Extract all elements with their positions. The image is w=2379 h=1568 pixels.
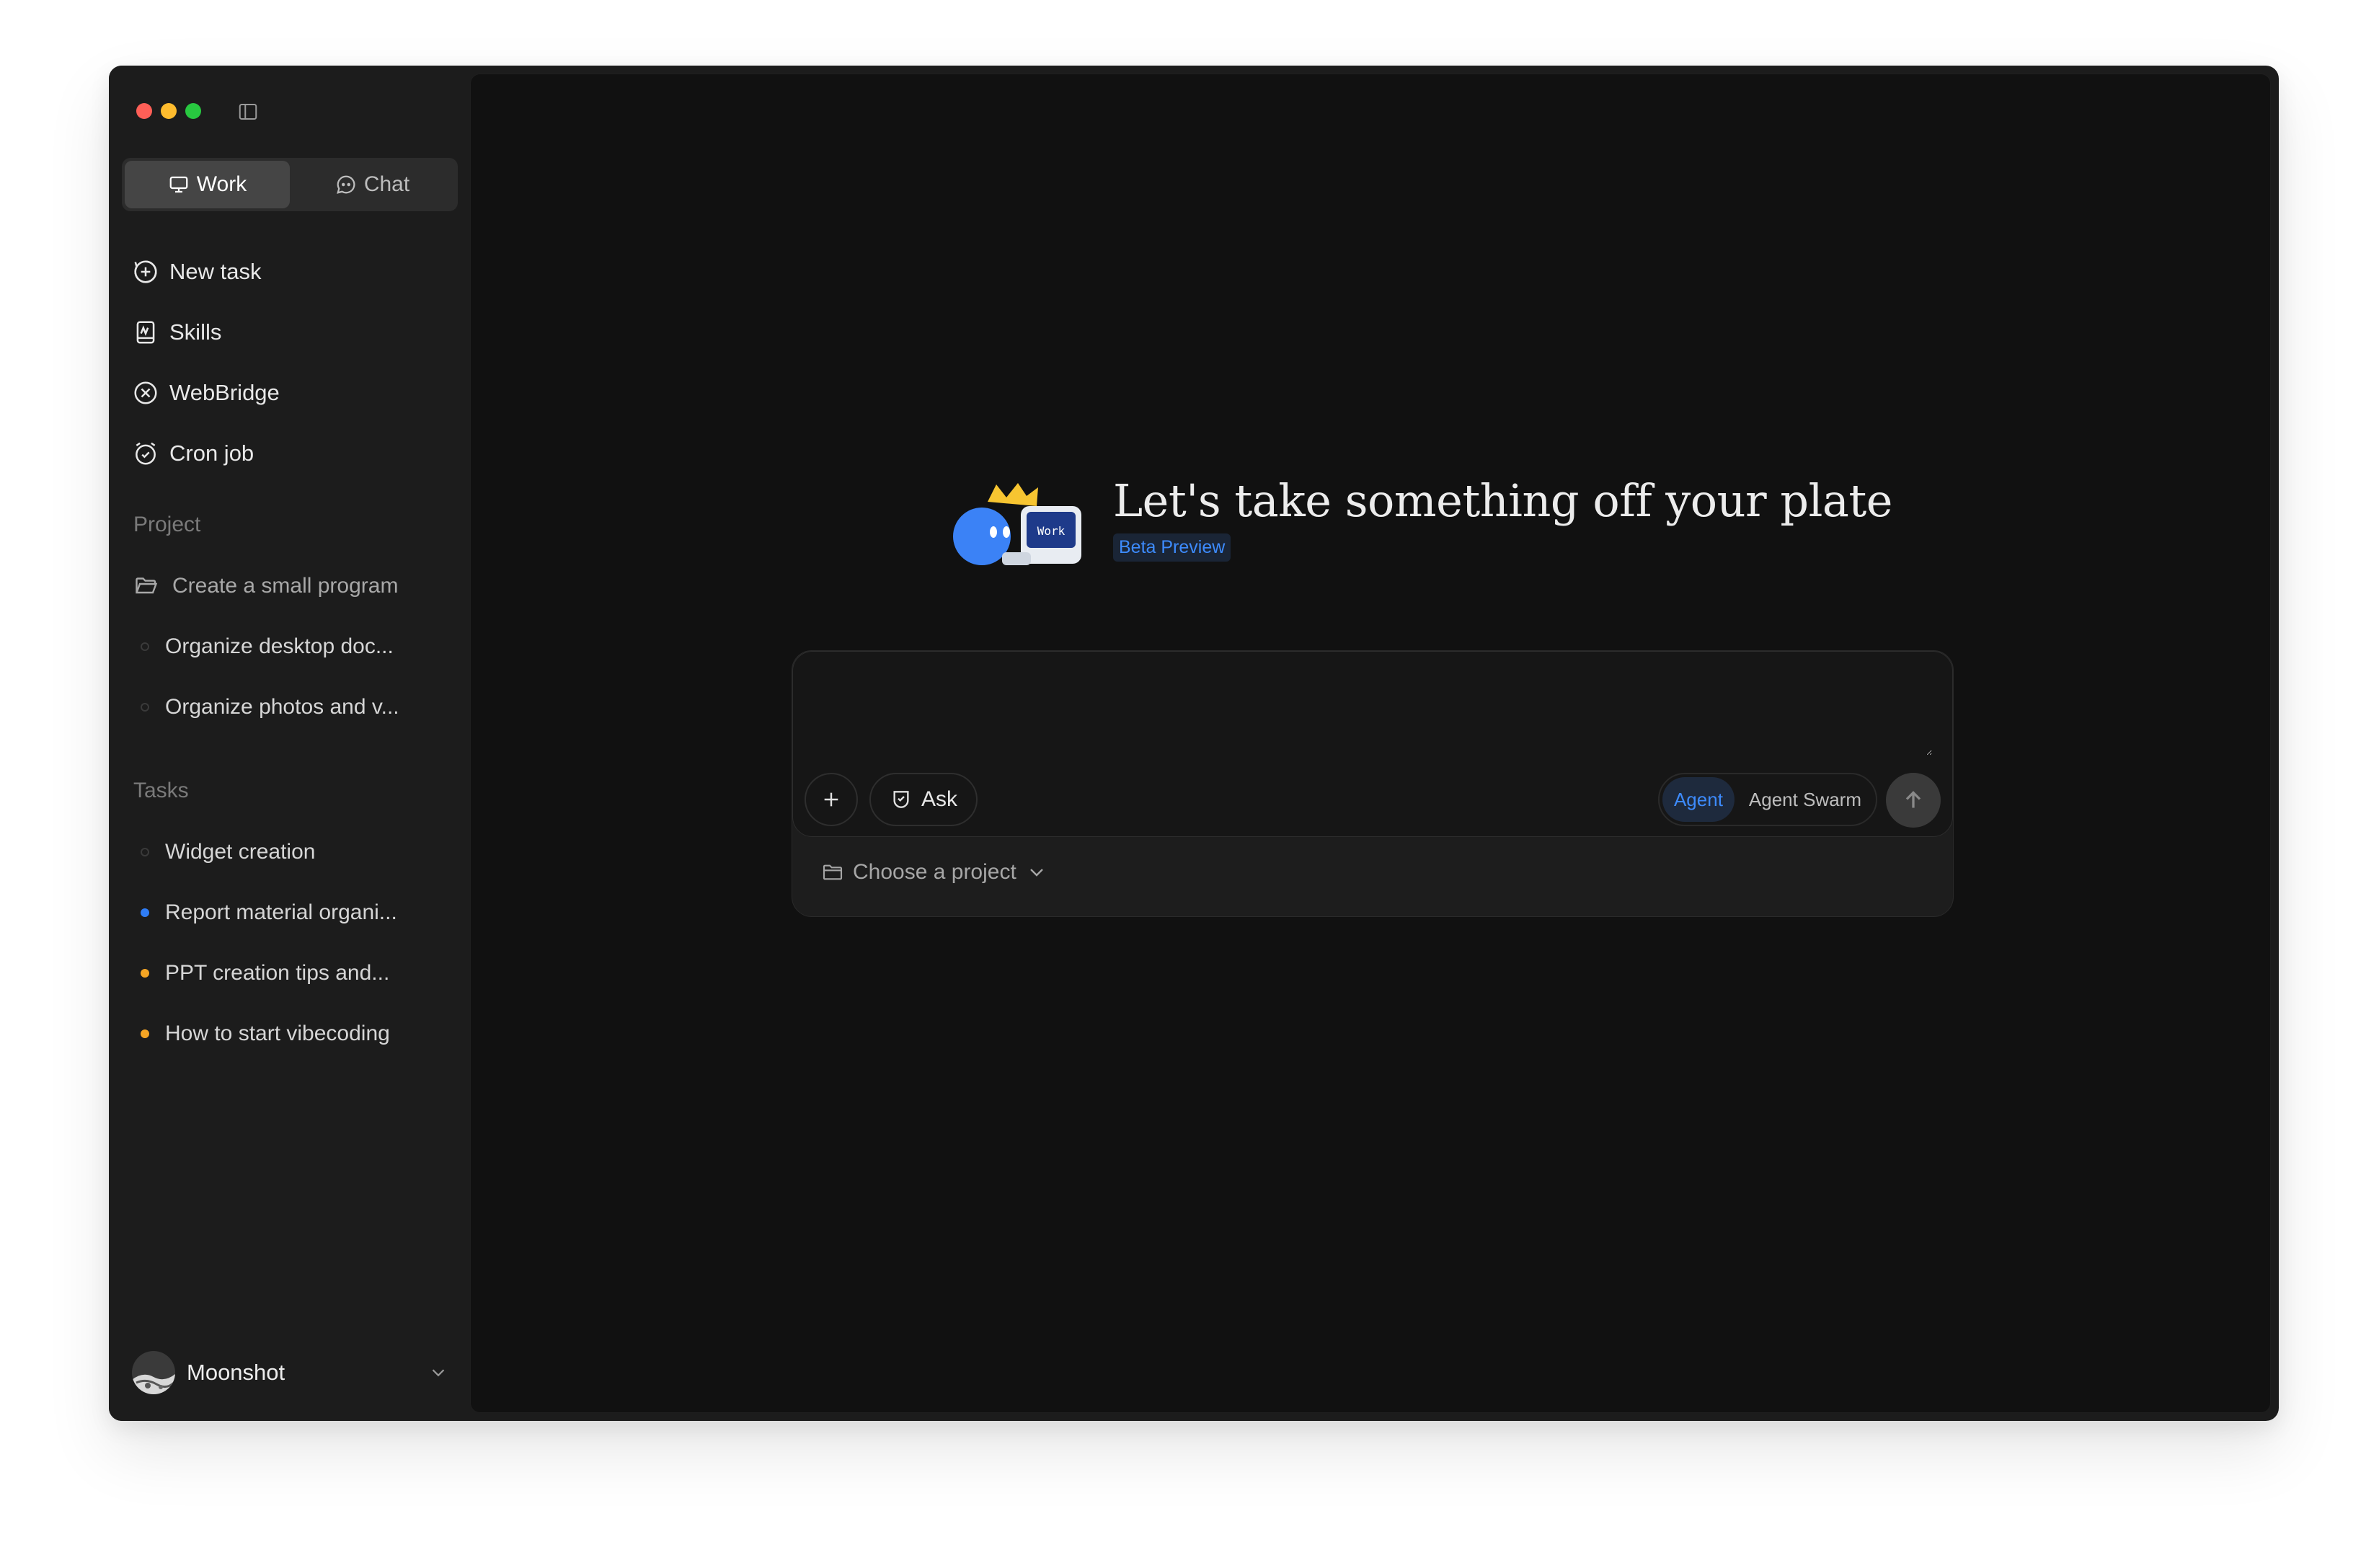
webbridge-icon [134, 381, 157, 404]
agent-mode-selector: Agent Agent Swarm [1657, 773, 1877, 826]
nav-new-task[interactable]: New task [132, 242, 449, 302]
account-switcher[interactable]: Moonshot [132, 1349, 449, 1396]
account-name: Moonshot [187, 1360, 285, 1385]
prompt-input[interactable] [813, 669, 1932, 756]
send-button[interactable] [1886, 773, 1941, 828]
status-dot [141, 642, 149, 651]
mascot-illustration: Work [953, 483, 1081, 565]
status-dot [141, 848, 149, 856]
chevron-down-icon [1029, 869, 1043, 877]
beta-badge: Beta Preview [1113, 533, 1231, 562]
zoom-window-button[interactable] [185, 103, 201, 119]
plus-circle-icon [134, 260, 157, 283]
nav-skills[interactable]: Skills [132, 302, 449, 363]
task-list: Widget creation Report material organi..… [133, 822, 451, 1064]
mode-switch: Work Chat [122, 158, 458, 211]
tab-work[interactable]: Work [125, 161, 290, 208]
task-item[interactable]: Widget creation [133, 822, 451, 882]
composer: Ask Agent Agent Swarm [792, 651, 1953, 837]
project-list: Create a small program Organize desktop … [133, 556, 451, 738]
monitor-icon [169, 176, 188, 193]
project-picker[interactable]: Choose a project [821, 851, 1048, 893]
composer-container: Ask Agent Agent Swarm Choose a project [792, 650, 1954, 917]
app-window: Work Chat New task Skills WebBridge Cron… [109, 66, 2279, 1421]
task-item-label: How to start vibecoding [165, 1022, 390, 1045]
task-item[interactable]: Report material organi... [133, 882, 451, 943]
project-item[interactable]: Create a small program [133, 556, 451, 616]
task-item[interactable]: How to start vibecoding [133, 1004, 451, 1064]
tab-work-label: Work [196, 172, 247, 196]
alarm-clock-icon [136, 442, 156, 465]
project-item-label: Organize desktop doc... [165, 634, 394, 658]
ask-button[interactable]: Ask [869, 773, 978, 826]
project-item[interactable]: Organize desktop doc... [133, 616, 451, 677]
nav-skills-label: Skills [169, 319, 222, 345]
project-section-label: Project [133, 513, 201, 536]
status-dot [141, 969, 149, 978]
window-controls [136, 103, 201, 119]
ask-button-label: Ask [921, 787, 958, 811]
nav-webbridge[interactable]: WebBridge [132, 363, 449, 423]
chat-bubble-icon [336, 175, 355, 194]
nav-cron-job[interactable]: Cron job [132, 423, 449, 484]
sidebar-toggle-icon[interactable] [237, 101, 259, 123]
nav-new-task-label: New task [169, 259, 262, 284]
task-item-label: Widget creation [165, 840, 316, 864]
page-title: Let's take something off your plate [1113, 474, 1892, 527]
nav-cron-job-label: Cron job [169, 440, 254, 466]
avatar [132, 1351, 175, 1394]
add-attachment-button[interactable] [805, 773, 858, 826]
minimize-window-button[interactable] [161, 103, 177, 119]
tasks-section-label: Tasks [133, 779, 189, 802]
skills-book-icon [136, 321, 155, 344]
folder-open-icon [136, 577, 158, 594]
task-item[interactable]: PPT creation tips and... [133, 943, 451, 1004]
status-dot [141, 703, 149, 712]
task-item-label: PPT creation tips and... [165, 961, 390, 985]
arrow-up-icon [1905, 791, 1921, 808]
plus-icon [824, 792, 838, 807]
project-item[interactable]: Organize photos and v... [133, 677, 451, 738]
mode-agent-swarm[interactable]: Agent Swarm [1737, 777, 1873, 822]
hero: Work Let's take something off your plate… [952, 474, 1892, 570]
project-item-label: Organize photos and v... [165, 695, 399, 719]
hero-text: Let's take something off your plate Beta… [1113, 474, 1892, 562]
tab-chat[interactable]: Chat [290, 161, 455, 208]
project-picker-label: Choose a project [853, 860, 1016, 884]
status-dot [141, 1029, 149, 1038]
chevron-down-icon [432, 1369, 445, 1377]
shield-check-icon [893, 791, 909, 808]
sidebar: Work Chat New task Skills WebBridge Cron… [109, 66, 468, 1421]
primary-nav: New task Skills WebBridge Cron job [132, 242, 449, 484]
mode-agent[interactable]: Agent [1662, 777, 1735, 822]
status-dot [141, 908, 149, 917]
nav-webbridge-label: WebBridge [169, 380, 280, 405]
tab-chat-label: Chat [363, 172, 410, 196]
main-panel: Work Let's take something off your plate… [470, 74, 2271, 1413]
mascot-screen-label: Work [1037, 524, 1066, 538]
folder-icon [823, 864, 843, 880]
project-item-label: Create a small program [172, 574, 399, 598]
task-item-label: Report material organi... [165, 900, 397, 924]
close-window-button[interactable] [136, 103, 152, 119]
